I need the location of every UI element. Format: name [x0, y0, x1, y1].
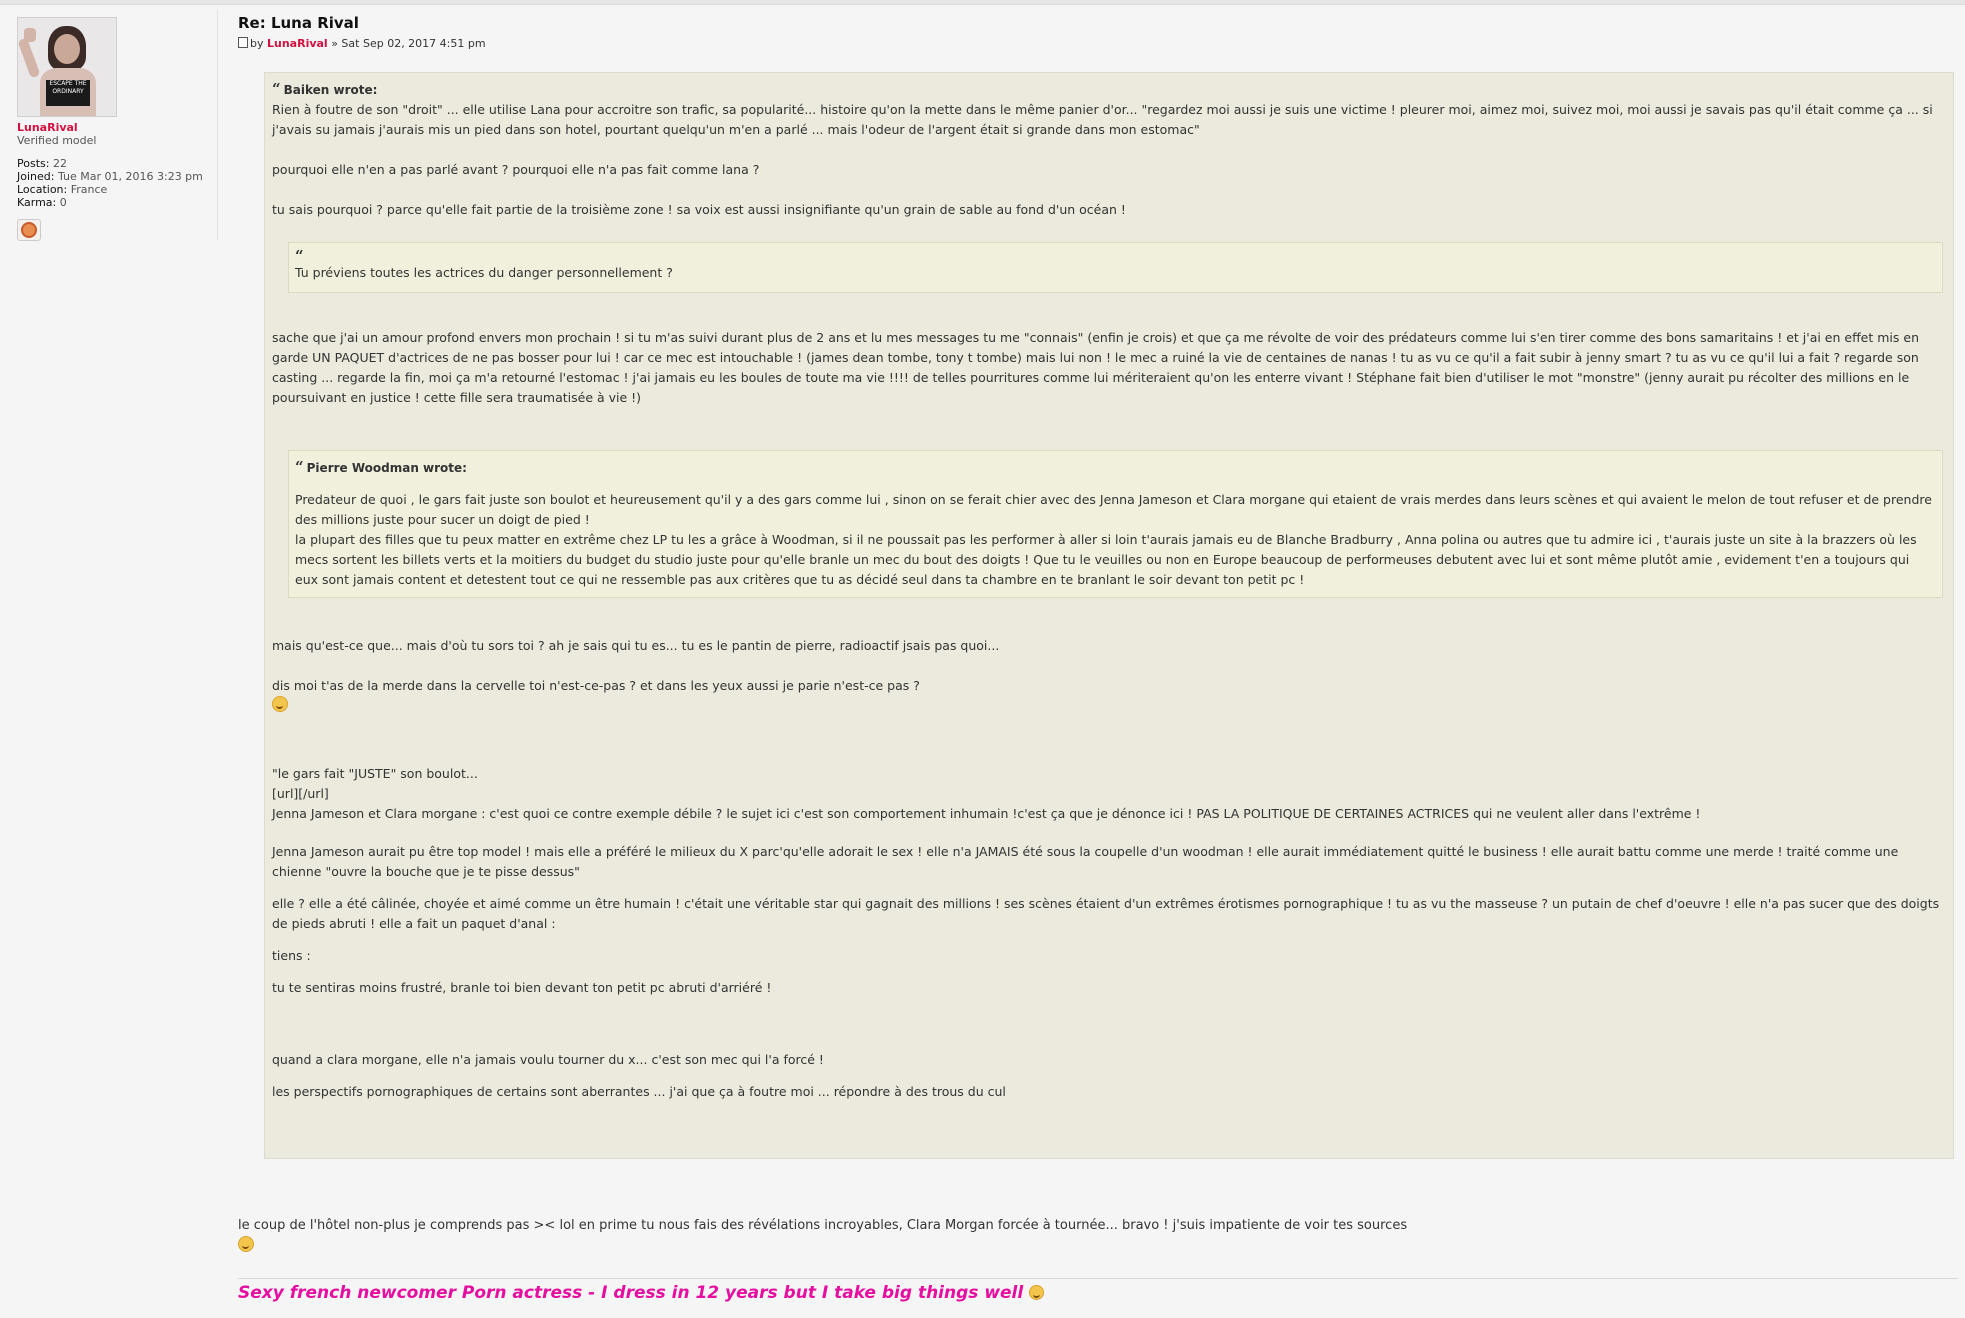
post-author-link[interactable]: LunaRival [267, 37, 328, 50]
quote-cite: “Baiken wrote: [272, 80, 378, 98]
quote-paragraph: tu te sentiras moins frustré, branle toi… [272, 980, 772, 995]
avatar-shirt-text: ESCAPE THE ORDINARY [46, 80, 90, 106]
quote-block: “Baiken wrote: Rien à foutre de son "dro… [264, 72, 1954, 1159]
post-date: » Sat Sep 02, 2017 4:51 pm [331, 37, 486, 50]
post-reply-text: le coup de l'hôtel non-plus je comprends… [238, 1216, 1938, 1257]
profile-stat-posts: Posts: 22 [17, 157, 67, 170]
quote-paragraph: Jenna Jameson et Clara morgane : c'est q… [272, 806, 1701, 821]
post-meta: by LunaRival » Sat Sep 02, 2017 4:51 pm [238, 37, 486, 50]
quote-paragraph: mais qu'est-ce que... mais d'où tu sors … [272, 638, 1000, 653]
quote-paragraph: tiens : [272, 948, 311, 963]
post-link-icon[interactable] [238, 37, 248, 48]
avatar-arm [18, 37, 41, 79]
quote-paragraph: les perspectifs pornographiques de certa… [272, 1084, 1006, 1099]
quote-mark-icon: “ [295, 247, 304, 265]
quote-paragraph: Rien à foutre de son "droit" ... elle ut… [272, 102, 1933, 137]
quote-paragraph: "le gars fait "JUSTE" son boulot... [272, 766, 478, 781]
profile-stat-location: Location: France [17, 183, 108, 196]
quote-mark-icon: “ [295, 458, 304, 476]
nested-quote: “ Tu préviens toutes les actrices du dan… [288, 242, 1943, 293]
profile-username[interactable]: LunaRival [17, 121, 217, 134]
signature: Sexy french newcomer Porn actress - I dr… [238, 1283, 1045, 1303]
profile-stat-joined: Joined: Tue Mar 01, 2016 3:23 pm [17, 170, 203, 183]
donut-badge-icon[interactable] [17, 219, 41, 241]
avatar-peace-sign [24, 28, 36, 42]
quote-paragraph: tu sais pourquoi ? parce qu'elle fait pa… [272, 202, 1126, 217]
wink-smiley-icon [1029, 1285, 1045, 1300]
nested-quote-text: Tu préviens toutes les actrices du dange… [295, 265, 673, 280]
quote-paragraph: Jenna Jameson aurait pu être top model !… [272, 844, 1899, 879]
quote-paragraph: pourquoi elle n'en a pas parlé avant ? p… [272, 162, 760, 177]
post-title[interactable]: Re: Luna Rival [238, 14, 359, 32]
quote-paragraph: quand a clara morgane, elle n'a jamais v… [272, 1052, 824, 1067]
quote-paragraph: elle ? elle a été câlinée, choyée et aim… [272, 896, 1940, 931]
nested-quote-text: la plupart des filles que tu peux matter… [295, 532, 1917, 587]
nested-quote: “Pierre Woodman wrote: Predateur de quoi… [288, 450, 1943, 598]
avatar[interactable]: ESCAPE THE ORDINARY [17, 17, 117, 117]
grin-smiley-icon [272, 696, 288, 712]
profile-rank: Verified model [17, 134, 97, 147]
nested-quote-cite: “Pierre Woodman wrote: [295, 458, 467, 476]
quote-paragraph: sache que j'ai un amour profond envers m… [272, 330, 1919, 405]
profile-stats: Posts: 22 Joined: Tue Mar 01, 2016 3:23 … [17, 157, 217, 209]
quote-mark-icon: “ [272, 80, 281, 98]
quote-paragraph: dis moi t'as de la merde dans la cervell… [272, 678, 920, 693]
quote-paragraph[interactable]: [url][/url] [272, 784, 1943, 804]
smile-icon [238, 1236, 254, 1252]
post-profile: ESCAPE THE ORDINARY LunaRival Verified m… [17, 17, 217, 241]
nested-quote-text: Predateur de quoi , le gars fait juste s… [295, 492, 1932, 527]
signature-divider [238, 1278, 1958, 1279]
profile-stat-karma: Karma: 0 [17, 196, 67, 209]
top-border [0, 0, 1965, 5]
profile-divider [217, 10, 218, 240]
avatar-face [54, 34, 80, 64]
